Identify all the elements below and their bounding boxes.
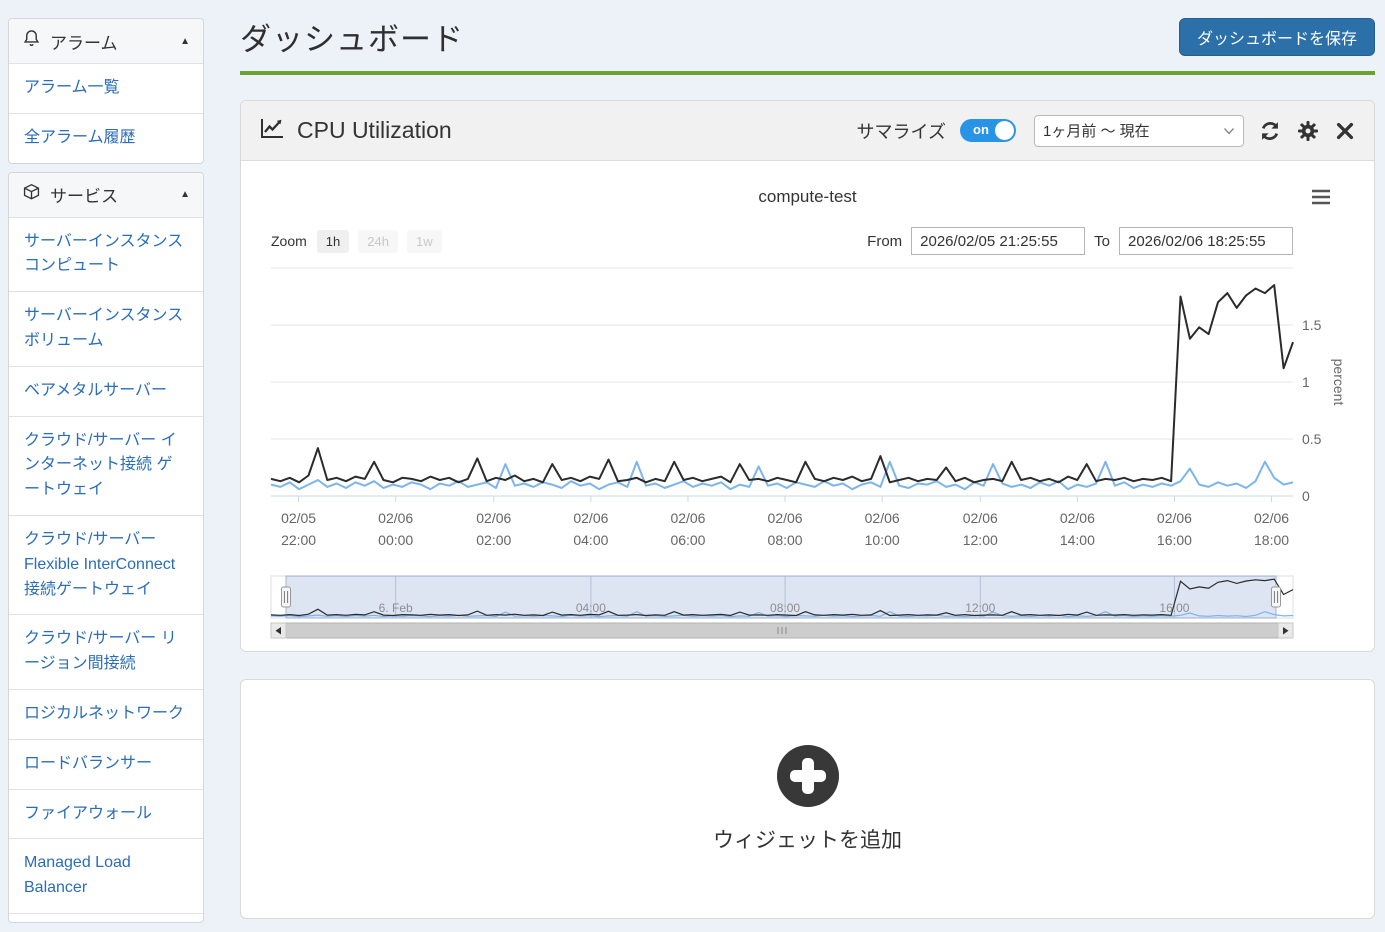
save-dashboard-button[interactable]: ダッシュボードを保存 xyxy=(1179,18,1375,56)
svg-text:02/06: 02/06 xyxy=(865,510,900,526)
svg-text:6. Feb: 6. Feb xyxy=(379,601,413,615)
svg-text:1: 1 xyxy=(1302,374,1310,390)
svg-text:16:00: 16:00 xyxy=(1157,532,1192,548)
cpu-utilization-widget: CPU Utilization サマライズ on 1ヶ月前 ～ 現在 xyxy=(240,100,1375,652)
sidebar-item-internet-gateway[interactable]: クラウド/サーバー インターネット接続 ゲートウェイ xyxy=(9,416,203,515)
sidebar-item-firewall[interactable]: ファイアウォール xyxy=(9,789,203,839)
svg-text:12:00: 12:00 xyxy=(965,601,995,615)
add-widget-button[interactable]: ウィジェットを追加 xyxy=(240,679,1375,919)
alarm-panel-title: アラーム xyxy=(50,29,171,54)
svg-text:18:00: 18:00 xyxy=(1254,532,1289,548)
chevron-down-icon xyxy=(1223,122,1235,139)
svg-text:02/06: 02/06 xyxy=(573,510,608,526)
sidebar-item-interregion[interactable]: クラウド/サーバー リージョン間接続 xyxy=(9,614,203,689)
line-chart-icon xyxy=(259,116,285,145)
period-select[interactable]: 1ヶ月前 ～ 現在 xyxy=(1034,115,1244,147)
zoom-24h-button[interactable]: 24h xyxy=(358,230,398,253)
to-date-input[interactable] xyxy=(1119,227,1293,255)
svg-text:14:00: 14:00 xyxy=(1060,532,1095,548)
sidebar-item-server-instance-compute[interactable]: サーバーインスタンス コンピュート xyxy=(9,217,203,292)
svg-text:08:00: 08:00 xyxy=(768,532,803,548)
from-label: From xyxy=(867,233,902,250)
alarm-panel: アラーム ▲ アラーム一覧 全アラーム履歴 xyxy=(8,18,204,164)
sidebar-item-logical-network[interactable]: ロジカルネットワーク xyxy=(9,689,203,739)
svg-text:06:00: 06:00 xyxy=(670,532,705,548)
svg-text:02/06: 02/06 xyxy=(963,510,998,526)
zoom-1w-button[interactable]: 1w xyxy=(407,230,442,253)
svg-text:16:00: 16:00 xyxy=(1159,601,1189,615)
sidebar-item-server-instance-volume[interactable]: サーバーインスタンス ボリューム xyxy=(9,291,203,366)
to-label: To xyxy=(1094,233,1110,250)
bell-icon xyxy=(22,29,41,53)
svg-text:02:00: 02:00 xyxy=(476,532,511,548)
chart-menu-icon[interactable] xyxy=(1310,189,1332,210)
toggle-knob xyxy=(995,121,1014,140)
svg-text:02/06: 02/06 xyxy=(1060,510,1095,526)
svg-text:04:00: 04:00 xyxy=(576,601,606,615)
title-accent-rule xyxy=(240,71,1375,75)
svg-text:02/06: 02/06 xyxy=(476,510,511,526)
svg-text:02/06: 02/06 xyxy=(378,510,413,526)
chart-canvas[interactable]: 0 0.5 1 1.5 02/05 22:00 02/06 00:00 02/06 02:00 02… xyxy=(241,261,1376,646)
sidebar-item-alarm-history[interactable]: 全アラーム履歴 xyxy=(9,113,203,163)
svg-text:1.5: 1.5 xyxy=(1302,317,1322,333)
zoom-1h-button[interactable]: 1h xyxy=(317,230,349,253)
alarm-panel-header[interactable]: アラーム ▲ xyxy=(9,19,203,63)
sidebar: アラーム ▲ アラーム一覧 全アラーム履歴 サービス ▲ サーバーインスタンス … xyxy=(8,18,204,931)
navigator-right-handle[interactable] xyxy=(1272,587,1281,607)
svg-text:0: 0 xyxy=(1302,488,1310,504)
period-select-value: 1ヶ月前 ～ 現在 xyxy=(1043,120,1223,141)
caret-up-icon: ▲ xyxy=(180,189,190,200)
svg-text:00:00: 00:00 xyxy=(378,532,413,548)
chart-toolbar: Zoom 1h 24h 1w From To xyxy=(271,227,1293,255)
sidebar-item-baremetal-server[interactable]: ベアメタルサーバー xyxy=(9,366,203,416)
from-date-input[interactable] xyxy=(911,227,1085,255)
cube-icon xyxy=(22,183,41,207)
svg-text:22:00: 22:00 xyxy=(281,532,316,548)
sidebar-item-managed-load-balancer[interactable]: Managed Load Balancer xyxy=(9,838,203,913)
chart-title: compute-test xyxy=(241,187,1374,207)
caret-up-icon: ▲ xyxy=(180,36,190,47)
service-panel-header[interactable]: サービス ▲ xyxy=(9,173,203,217)
svg-text:02/05: 02/05 xyxy=(281,510,316,526)
svg-text:02/06: 02/06 xyxy=(670,510,705,526)
svg-text:0.5: 0.5 xyxy=(1302,431,1322,447)
service-panel: サービス ▲ サーバーインスタンス コンピュート サーバーインスタンス ボリュー… xyxy=(8,172,204,923)
navigator-left-handle[interactable] xyxy=(282,587,291,607)
svg-text:02/06: 02/06 xyxy=(1254,510,1289,526)
gear-icon[interactable] xyxy=(1296,119,1320,143)
widget-header: CPU Utilization サマライズ on 1ヶ月前 ～ 現在 xyxy=(241,101,1374,161)
add-widget-label: ウィジェットを追加 xyxy=(713,824,902,854)
sidebar-item-partial xyxy=(9,913,203,922)
svg-text:12:00: 12:00 xyxy=(963,532,998,548)
svg-text:08:00: 08:00 xyxy=(770,601,800,615)
summarize-toggle[interactable]: on xyxy=(960,119,1016,142)
close-icon[interactable] xyxy=(1334,120,1356,142)
svg-text:10:00: 10:00 xyxy=(865,532,900,548)
svg-text:04:00: 04:00 xyxy=(573,532,608,548)
widget-title: CPU Utilization xyxy=(297,117,452,144)
refresh-icon[interactable] xyxy=(1258,119,1282,143)
svg-text:percent: percent xyxy=(1331,359,1347,406)
svg-text:02/06: 02/06 xyxy=(1157,510,1192,526)
summarize-label: サマライズ xyxy=(857,118,946,144)
sidebar-item-fic-gateway[interactable]: クラウド/サーバー Flexible InterConnect 接続ゲートウェイ xyxy=(9,515,203,614)
sidebar-item-load-balancer[interactable]: ロードバランサー xyxy=(9,739,203,789)
svg-text:02/06: 02/06 xyxy=(768,510,803,526)
service-panel-title: サービス xyxy=(50,182,171,207)
chart-body: compute-test Zoom 1h 24h 1w From To 0 0.5… xyxy=(241,161,1374,651)
sidebar-item-alarm-list[interactable]: アラーム一覧 xyxy=(9,63,203,113)
toggle-on-label: on xyxy=(973,122,989,137)
main-content: ダッシュボード ダッシュボードを保存 CPU Utilization サマライズ… xyxy=(240,0,1375,919)
zoom-label: Zoom xyxy=(271,233,307,249)
plus-circle-icon xyxy=(777,745,839,807)
